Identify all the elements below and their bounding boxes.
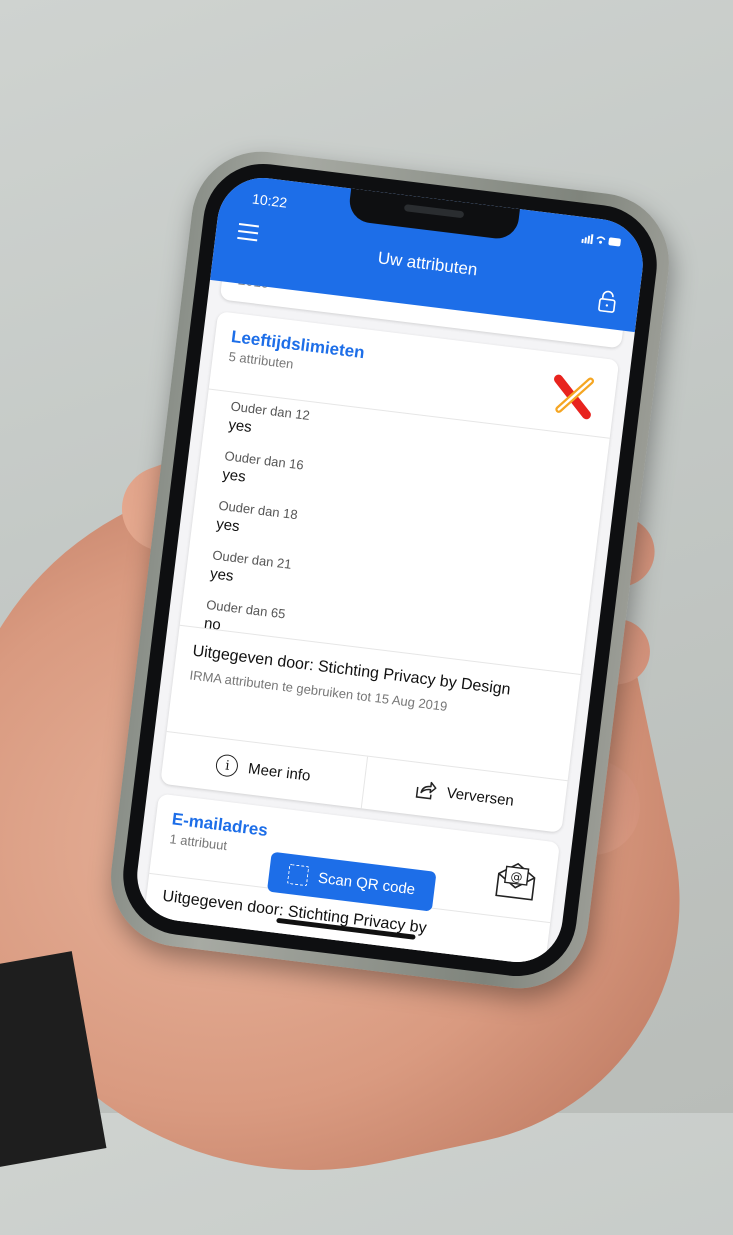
more-info-label: Meer info (247, 759, 312, 785)
svg-text:@: @ (510, 869, 524, 884)
speaker (403, 204, 465, 219)
attribute-list: 2019 Leeftijdslimieten 5 attributen Oude… (132, 255, 637, 968)
age-limits-card[interactable]: Leeftijdslimieten 5 attributen Ouder dan… (160, 311, 620, 833)
irma-logo-icon (554, 374, 595, 420)
qr-code-icon (287, 863, 310, 887)
phone: 10:22 Uw attributen Leeftijdslimieten 5 … (103, 143, 677, 997)
status-icons (581, 233, 622, 251)
phone-screen: 10:22 Uw attributen Leeftijdslimieten 5 … (132, 172, 648, 968)
scan-qr-label: Scan QR code (317, 869, 417, 898)
battery-icon (581, 234, 621, 247)
refresh-label: Verversen (445, 784, 515, 810)
status-time: 10:22 (251, 190, 289, 211)
refresh-icon (416, 781, 437, 800)
email-icon: @ (495, 862, 536, 901)
lock-icon[interactable] (597, 289, 618, 313)
info-icon: i (215, 753, 240, 778)
